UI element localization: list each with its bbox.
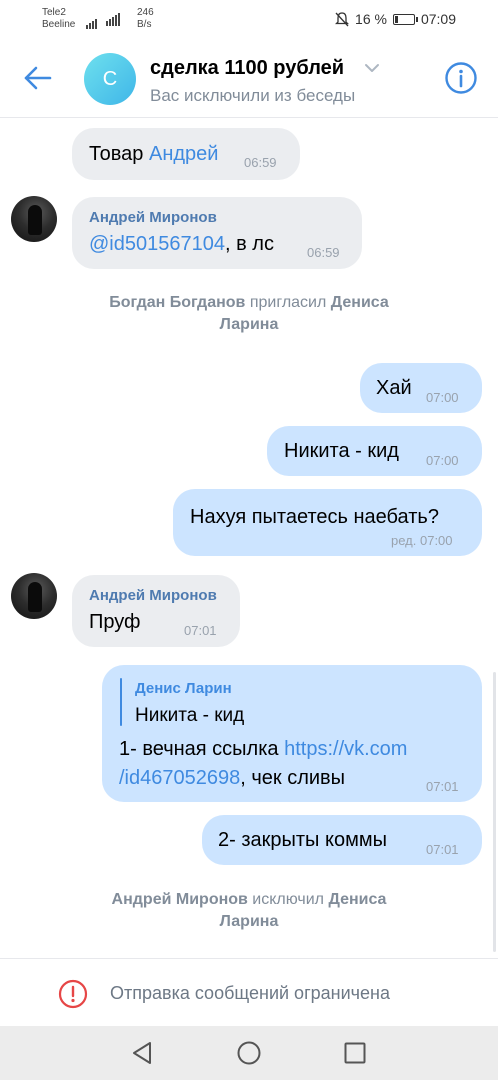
chat-header: С сделка 1100 рублей Вас исключили из бе…	[0, 38, 498, 118]
nav-back-button[interactable]	[130, 1040, 156, 1066]
info-icon	[445, 62, 477, 94]
quote-author[interactable]: Денис Ларин	[135, 680, 232, 697]
nav-home-button[interactable]	[236, 1040, 262, 1066]
user-id-link[interactable]: @id501567104	[89, 233, 225, 255]
system-message: Богдан Богданов пригласил Дениса Ларина	[109, 294, 389, 333]
message-text: Хай	[376, 377, 412, 399]
vk-link[interactable]: https://vk.com	[284, 738, 407, 760]
message-time: 07:01	[426, 842, 459, 857]
system-actor[interactable]: Андрей Миронов	[112, 891, 248, 908]
warning-circle-icon	[58, 979, 88, 1009]
message-text: Пруф	[89, 611, 141, 633]
sender-name[interactable]: Андрей Миронов	[89, 209, 217, 226]
message-text-line-2: /id467052698, чек сливы	[119, 767, 346, 789]
quote-text: Никита - кид	[135, 705, 245, 726]
message-bubble[interactable]: Товар Андрей 06:59	[72, 128, 300, 180]
mention-link[interactable]: Андрей	[149, 143, 218, 165]
message-text: @id501567104, в лс	[89, 233, 274, 255]
clock: 07:09	[420, 11, 456, 27]
avatar[interactable]	[11, 573, 57, 619]
info-button[interactable]	[443, 60, 479, 96]
scrollbar[interactable]	[493, 672, 496, 952]
message-time: ред. 07:00	[391, 533, 453, 548]
square-recents-icon	[344, 1042, 366, 1064]
message-text-line-1: 1- вечная ссылка https://vk.com	[119, 738, 408, 760]
system-actor[interactable]: Богдан Богданов	[109, 294, 245, 311]
message-bubble-outgoing[interactable]: Хай 07:00	[360, 363, 482, 413]
arrow-left-icon	[24, 66, 52, 90]
message-bubble-outgoing[interactable]: Никита - кид 07:00	[267, 426, 482, 476]
message-text: Товар Андрей	[89, 143, 219, 165]
triangle-back-icon	[133, 1042, 151, 1064]
message-time: 06:59	[307, 245, 340, 260]
avatar[interactable]	[11, 196, 57, 242]
nav-recents-button[interactable]	[342, 1040, 368, 1066]
signal-4g-icon	[106, 8, 121, 26]
circle-home-icon	[237, 1041, 261, 1065]
message-bubble-outgoing[interactable]: Денис Ларин Никита - кид 1- вечная ссылк…	[102, 665, 482, 802]
message-bubble[interactable]: Андрей Миронов Пруф 07:01	[72, 575, 240, 647]
send-restricted-bar: Отправка сообщений ограничена	[0, 958, 498, 1026]
mute-bell-icon	[335, 11, 350, 26]
system-message: Андрей Миронов исключил Дениса Ларина	[111, 891, 387, 930]
carrier-1: Tele2	[42, 7, 66, 18]
carrier-2: Beeline	[42, 19, 76, 30]
message-bubble-outgoing[interactable]: Нахуя пытаетесь наебать? ред. 07:00	[173, 489, 482, 556]
vk-link-cont[interactable]: /id467052698	[119, 767, 240, 789]
status-right: 16 % 07:09	[335, 11, 456, 27]
signal-icon	[86, 11, 98, 29]
system-target[interactable]: Дениса	[328, 891, 386, 908]
chevron-down-icon[interactable]	[364, 62, 380, 74]
carrier-names: Tele2 Beeline	[42, 7, 75, 31]
status-bar: Tele2 Beeline 246 B/s 16 % 07:09	[0, 0, 498, 38]
message-text: Никита - кид	[284, 440, 399, 462]
sender-name[interactable]: Андрей Миронов	[89, 587, 217, 604]
message-text: 2- закрыты коммы	[218, 829, 387, 851]
message-time: 07:01	[426, 779, 459, 794]
chat-avatar-letter: С	[102, 67, 118, 90]
chat-subtitle: Вас исключили из беседы	[150, 86, 356, 105]
chat-avatar[interactable]: С	[84, 53, 136, 105]
battery-percent: 16 %	[355, 11, 387, 27]
system-nav-bar	[0, 1026, 498, 1080]
message-time: 07:00	[426, 390, 459, 405]
message-time: 06:59	[244, 155, 277, 170]
system-target[interactable]: Дениса	[331, 294, 389, 311]
message-bubble-outgoing[interactable]: 2- закрыты коммы 07:01	[202, 815, 482, 865]
message-bubble[interactable]: Андрей Миронов @id501567104, в лс 06:59	[72, 197, 362, 269]
network-speed: 246 B/s	[137, 7, 154, 30]
message-time: 07:01	[184, 623, 217, 638]
chat-title[interactable]: сделка 1100 рублей	[150, 57, 344, 80]
message-time: 07:00	[426, 453, 459, 468]
quote-bar	[120, 678, 122, 726]
restricted-text: Отправка сообщений ограничена	[110, 983, 390, 1003]
battery-icon	[392, 13, 418, 25]
message-text: Нахуя пытаетесь наебать?	[190, 506, 439, 528]
back-button[interactable]	[20, 60, 56, 96]
